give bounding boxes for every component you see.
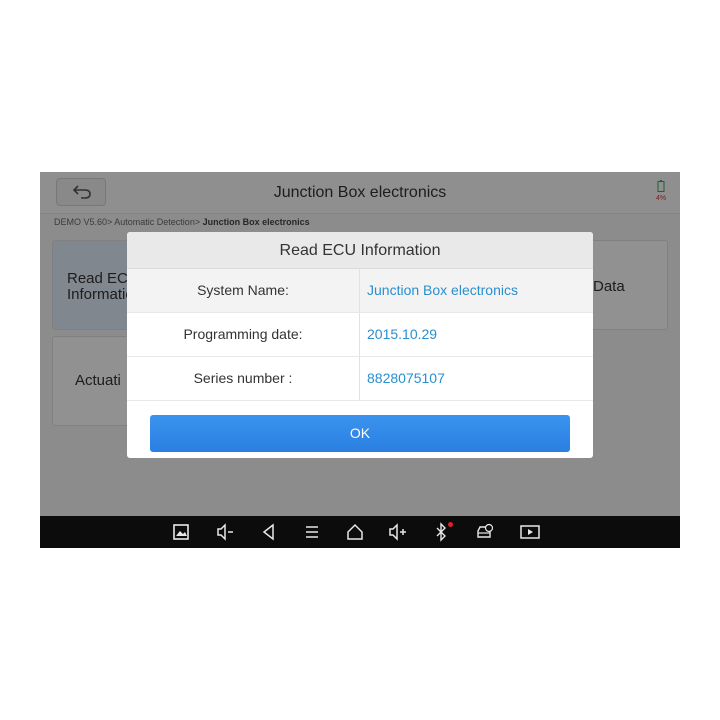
- home-icon[interactable]: [345, 522, 365, 542]
- series-number-value: 8828075107: [367, 370, 445, 386]
- volume-up-icon[interactable]: [388, 522, 408, 542]
- info-row-system-name: System Name: Junction Box electronics: [127, 269, 593, 313]
- screen-record-icon[interactable]: [519, 522, 540, 542]
- info-row-series-number: Series number : 8828075107: [127, 357, 593, 401]
- navigation-bar: [40, 516, 680, 548]
- vci-icon[interactable]: [475, 522, 495, 542]
- programming-date-value: 2015.10.29: [367, 326, 438, 342]
- menu-icon[interactable]: [302, 522, 322, 542]
- ok-button[interactable]: OK: [150, 415, 570, 452]
- dialog-title: Read ECU Information: [127, 232, 593, 269]
- back-nav-icon[interactable]: [259, 522, 279, 542]
- screenshot-icon[interactable]: [171, 522, 191, 542]
- system-name-label: System Name:: [127, 269, 360, 312]
- info-row-programming-date: Programming date: 2015.10.29: [127, 313, 593, 357]
- series-number-label: Series number :: [127, 357, 360, 400]
- volume-down-icon[interactable]: [215, 522, 235, 542]
- bluetooth-icon[interactable]: [431, 522, 453, 542]
- ecu-info-dialog: Read ECU Information System Name: Juncti…: [127, 232, 593, 458]
- bluetooth-status-dot: [448, 522, 453, 527]
- system-name-value: Junction Box electronics: [367, 282, 518, 298]
- programming-date-label: Programming date:: [127, 313, 360, 356]
